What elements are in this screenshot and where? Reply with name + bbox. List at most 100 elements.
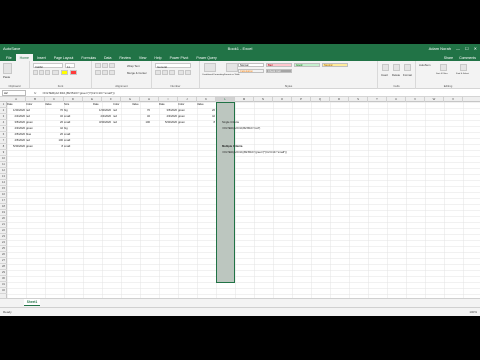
align-bottom-icon[interactable]: [109, 63, 115, 68]
conditional-formatting-icon[interactable]: [204, 63, 216, 72]
table1-cell[interactable]: small: [64, 144, 82, 150]
align-right-icon[interactable]: [109, 70, 115, 75]
table1-cell[interactable]: 5/30/2020: [7, 144, 25, 150]
style-calculation[interactable]: Calculation: [238, 69, 264, 73]
tab-insert[interactable]: Insert: [33, 54, 50, 61]
tab-view[interactable]: View: [135, 54, 151, 61]
group-clipboard: Paste Clipboard: [0, 61, 30, 89]
style-bad[interactable]: Bad: [266, 63, 292, 67]
underline-icon[interactable]: [45, 70, 50, 75]
group-alignment: Wrap Text Merge & Center Alignment: [92, 61, 152, 89]
delete-cells-label[interactable]: Delete: [392, 73, 400, 77]
close-button[interactable]: ✕: [474, 46, 477, 51]
format-table-icon[interactable]: [226, 63, 238, 72]
format-cells-icon[interactable]: [404, 64, 411, 71]
tab-formulas[interactable]: Formulas: [77, 54, 100, 61]
sort-filter-label[interactable]: Sort & Filter: [436, 73, 448, 75]
paste-label: Paste: [3, 75, 11, 79]
tab-power-query[interactable]: Power Query: [192, 54, 220, 61]
excel-window: AutoSave Book1 - Excel Adam Norah — ☐ ✕ …: [0, 44, 480, 316]
table2-cell[interactable]: red: [113, 120, 131, 126]
group-styles: Conditional Formatting Format as Table N…: [200, 61, 378, 89]
note-multi-formula[interactable]: =FILTER(A2:D10,(B2:B10="green")*(C2:C10<…: [222, 150, 287, 156]
style-check-cell[interactable]: Check Cell: [266, 69, 292, 73]
comma-icon[interactable]: [169, 70, 175, 75]
autosave-toggle[interactable]: AutoSave: [3, 46, 20, 51]
sort-filter-icon[interactable]: [440, 64, 447, 71]
delete-cells-icon[interactable]: [393, 64, 400, 71]
bold-icon[interactable]: [33, 70, 38, 75]
window-title: Book1 - Excel: [227, 46, 253, 51]
name-box[interactable]: A2: [2, 89, 26, 96]
row-header-32[interactable]: 32: [0, 288, 7, 294]
insert-cells-icon[interactable]: [382, 64, 389, 71]
group-font: Calibri 11 Font: [30, 61, 92, 89]
align-top-icon[interactable]: [95, 63, 101, 68]
zoom-level[interactable]: 100%: [469, 310, 477, 314]
align-middle-icon[interactable]: [102, 63, 108, 68]
group-editing: AutoSum Sort & Filter Find & Select Edit…: [416, 61, 480, 89]
table1-cell[interactable]: 8: [45, 144, 64, 150]
group-number: General Number: [152, 61, 200, 89]
maximize-button[interactable]: ☐: [465, 46, 469, 51]
paste-icon[interactable]: [3, 63, 12, 74]
find-select-icon[interactable]: [460, 64, 467, 71]
font-name-select[interactable]: Calibri: [33, 63, 63, 69]
group-cells: Insert Delete Format Cells: [378, 61, 416, 89]
percent-icon[interactable]: [162, 70, 168, 75]
style-good[interactable]: Good: [294, 63, 320, 67]
group-label-alignment: Alignment: [115, 84, 128, 88]
cell-grid[interactable]: Date Color Value Size Date Color Value D…: [7, 102, 480, 298]
user-name[interactable]: Adam Norah: [429, 46, 451, 51]
style-neutral[interactable]: Neutral: [322, 63, 348, 67]
font-size-select[interactable]: 11: [65, 63, 75, 69]
table1-cell[interactable]: green: [26, 144, 44, 150]
style-normal[interactable]: Normal: [238, 63, 264, 67]
font-color-icon[interactable]: [70, 70, 77, 75]
minimize-button[interactable]: —: [456, 46, 460, 51]
format-table-label[interactable]: Format as Table: [224, 74, 240, 76]
italic-icon[interactable]: [39, 70, 44, 75]
ribbon-tabs: File Home Insert Page Layout Formulas Da…: [0, 53, 480, 61]
tab-file[interactable]: File: [2, 54, 16, 61]
tab-review[interactable]: Review: [115, 54, 134, 61]
insert-cells-label[interactable]: Insert: [381, 73, 388, 77]
sheet-tab-bar: Sheet1: [0, 298, 480, 307]
table3-cell[interactable]: green: [178, 120, 196, 126]
status-ready: Ready: [3, 310, 12, 314]
table2-cell[interactable]: 3/30/2020: [93, 120, 111, 126]
group-label-styles: Styles: [284, 84, 293, 88]
increase-decimal-icon[interactable]: [178, 70, 184, 75]
tab-data[interactable]: Data: [100, 54, 115, 61]
formula-bar: A2 fx =FILTER(A2:D10,(B2:B10="green")*(C…: [0, 89, 480, 97]
number-format-select[interactable]: General: [155, 63, 191, 69]
fill-color-icon[interactable]: [61, 70, 68, 75]
ribbon-home: Paste Clipboard Calibri 11 Font Wrap Tex…: [0, 61, 480, 89]
borders-icon[interactable]: [52, 70, 59, 75]
table3-cell[interactable]: 5/30/2020: [159, 120, 177, 126]
align-center-icon[interactable]: [102, 70, 108, 75]
fx-icon[interactable]: fx: [34, 91, 36, 95]
align-left-icon[interactable]: [95, 70, 101, 75]
formula-input[interactable]: =FILTER(A2:D10,(B2:B10="green")*(C2:C10<…: [42, 91, 114, 95]
tab-power-pivot[interactable]: Power Pivot: [166, 54, 193, 61]
currency-icon[interactable]: [155, 70, 161, 75]
find-select-label[interactable]: Find & Select: [456, 73, 469, 75]
tab-page-layout[interactable]: Page Layout: [50, 54, 78, 61]
table2-cell[interactable]: 100: [132, 120, 150, 126]
decrease-decimal-icon[interactable]: [185, 70, 191, 75]
wrap-text-button[interactable]: Wrap Text: [127, 64, 140, 68]
sheet-tab-sheet1[interactable]: Sheet1: [24, 299, 40, 306]
group-label-cells: Cells: [393, 84, 400, 88]
autosum-button[interactable]: AutoSum: [419, 63, 431, 67]
note-single-formula[interactable]: =FILTER(A2:D10,B2:B10="red"): [222, 126, 260, 132]
tab-help[interactable]: Help: [150, 54, 165, 61]
table3-cell[interactable]: 8: [197, 120, 216, 126]
format-cells-label[interactable]: Format: [403, 73, 412, 77]
tab-home[interactable]: Home: [15, 54, 33, 61]
row-headers: 1 2 3 4 5 6 7 8 9 10 11 12 13 14 15 16 17 18 19 20 21 22 23 24 2…: [0, 102, 7, 298]
conditional-formatting-label[interactable]: Conditional Formatting: [202, 74, 224, 76]
group-label-number: Number: [170, 84, 181, 88]
group-label-editing: Editing: [443, 84, 453, 88]
merge-center-button[interactable]: Merge & Center: [127, 71, 147, 75]
